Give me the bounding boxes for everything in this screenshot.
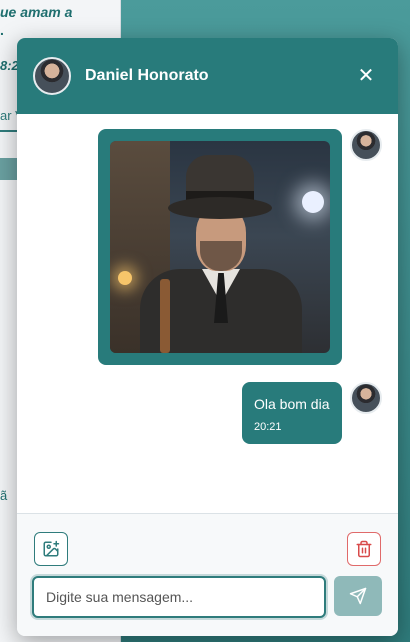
message-photo[interactable] <box>110 141 330 353</box>
background-text: ue amam a <box>0 4 73 20</box>
contact-avatar <box>33 57 71 95</box>
message-text: Ola bom dia <box>254 396 330 412</box>
add-image-button[interactable] <box>34 532 68 566</box>
chat-window: Daniel Honorato ✕ Ola bom dia 20:21 Digi… <box>17 38 398 636</box>
message-time: 20:21 <box>254 421 282 433</box>
background-text: . <box>0 22 4 38</box>
close-icon[interactable]: ✕ <box>356 66 376 86</box>
background-text: ã <box>0 488 8 503</box>
chat-header: Daniel Honorato ✕ <box>17 38 398 114</box>
chat-footer <box>17 513 398 636</box>
delete-button[interactable] <box>347 532 381 566</box>
contact-name: Daniel Honorato <box>85 67 209 84</box>
background-time: 8:2 <box>0 58 19 73</box>
image-plus-icon <box>43 540 60 557</box>
send-button[interactable] <box>334 576 382 616</box>
message-avatar <box>350 382 382 414</box>
image-message[interactable] <box>98 129 342 365</box>
message-list: Ola bom dia 20:21 <box>17 114 398 514</box>
text-message: Ola bom dia 20:21 <box>242 382 342 444</box>
message-input[interactable] <box>32 576 326 618</box>
send-icon <box>349 587 367 605</box>
message-avatar <box>350 129 382 161</box>
trash-icon <box>356 540 372 558</box>
